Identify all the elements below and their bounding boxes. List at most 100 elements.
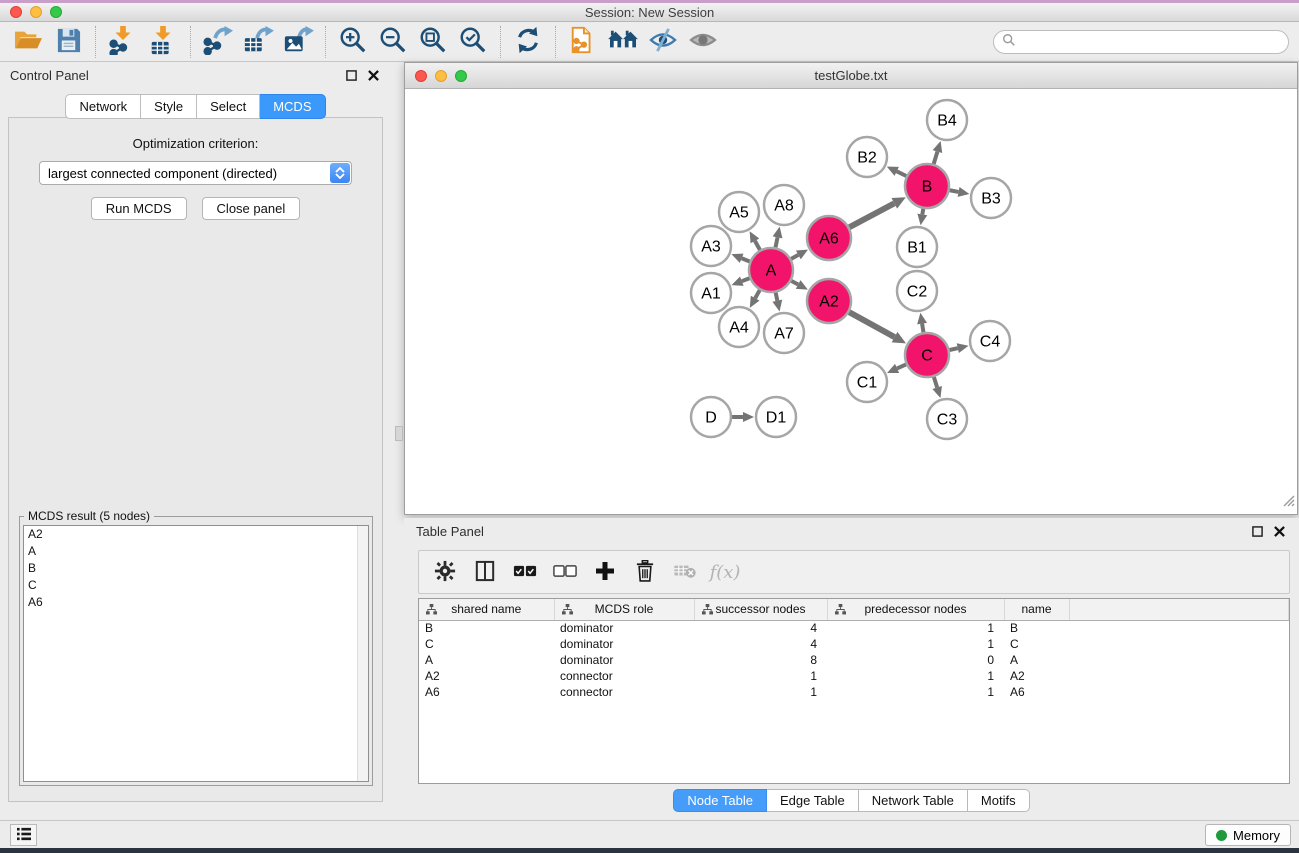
table-row[interactable]: A6connector11A6 [419,684,1289,700]
open-session-button[interactable] [8,24,48,60]
tab-network-table[interactable]: Network Table [859,789,968,812]
import-table-button[interactable] [143,24,183,60]
table-cell[interactable]: A [419,652,554,668]
table-cell[interactable]: 1 [827,684,1004,700]
close-window-icon[interactable] [10,6,22,18]
add-row-button[interactable] [587,555,623,589]
edge-C-C1[interactable] [897,364,906,368]
table-cell[interactable]: dominator [554,620,694,636]
table-row[interactable]: Adominator80A [419,652,1289,668]
panel-divider-handle[interactable] [395,426,403,441]
table-cell[interactable]: C [1004,636,1069,652]
tab-mcds[interactable]: MCDS [260,94,325,119]
mcds-result-item[interactable]: A [24,543,368,560]
table-cell[interactable]: A [1004,652,1069,668]
table-cell[interactable]: 0 [827,652,1004,668]
close-network-icon[interactable] [415,70,427,82]
column-header-MCDS-role[interactable]: MCDS role [554,599,694,620]
table-cell[interactable]: dominator [554,636,694,652]
refresh-button[interactable] [508,24,548,60]
close-panel-button[interactable]: Close panel [202,197,301,220]
resize-grip-icon[interactable] [1281,493,1295,512]
network-window-titlebar[interactable]: testGlobe.txt [405,63,1297,89]
unselect-all-button[interactable] [547,555,583,589]
delete-row-button[interactable] [627,555,663,589]
hide-panels-button[interactable] [643,24,683,60]
table-cell[interactable]: 1 [827,668,1004,684]
edge-B-B2[interactable] [897,171,907,176]
tab-network[interactable]: Network [65,94,141,119]
table-row[interactable]: Bdominator41B [419,620,1289,636]
mcds-result-item[interactable]: C [24,577,368,594]
edge-A-A5[interactable] [755,241,760,250]
edge-A-A3[interactable] [742,258,750,261]
table-row[interactable]: A2connector11A2 [419,668,1289,684]
table-row[interactable]: Cdominator41C [419,636,1289,652]
table-cell[interactable]: A2 [419,668,554,684]
table-cell[interactable]: 4 [694,636,827,652]
close-panel-icon[interactable] [365,67,381,83]
zoom-network-icon[interactable] [455,70,467,82]
edge-A6-B[interactable] [849,203,894,227]
edge-A-A1[interactable] [742,278,750,281]
tab-motifs[interactable]: Motifs [968,789,1030,812]
zoom-out-button[interactable] [373,24,413,60]
zoom-in-button[interactable] [333,24,373,60]
column-header-shared-name[interactable]: shared name [419,599,554,620]
float-table-panel-icon[interactable] [1249,523,1265,539]
task-history-button[interactable] [10,824,37,846]
save-session-button[interactable] [48,24,88,60]
mcds-result-list[interactable]: A2ABCA6 [23,525,369,782]
column-header-name[interactable]: name [1004,599,1069,620]
mcds-result-item[interactable]: A6 [24,594,368,611]
table-cell[interactable]: 8 [694,652,827,668]
table-cell[interactable]: connector [554,668,694,684]
destroy-table-button[interactable] [667,555,703,589]
import-network-button[interactable] [103,24,143,60]
export-network-button[interactable] [198,24,238,60]
table-cell[interactable]: 1 [827,620,1004,636]
column-chooser-button[interactable] [467,555,503,589]
export-table-button[interactable] [238,24,278,60]
title-bar[interactable]: Session: New Session [0,3,1299,22]
tab-style[interactable]: Style [141,94,197,119]
export-image-button[interactable] [278,24,318,60]
column-header-successor-nodes[interactable]: successor nodes [694,599,827,620]
edge-B-B4[interactable] [934,152,938,164]
node-table-container[interactable]: shared nameMCDS rolesuccessor nodesprede… [418,598,1290,784]
show-eye-button[interactable] [683,24,723,60]
tab-node-table[interactable]: Node Table [673,789,767,812]
home-button[interactable] [603,24,643,60]
zoom-window-icon[interactable] [50,6,62,18]
memory-button[interactable]: Memory [1205,824,1291,846]
search-field[interactable] [993,30,1289,54]
close-table-panel-icon[interactable] [1271,523,1287,539]
network-graph[interactable]: AA1A2A3A4A5A6A7A8BB1B2B3B4CC1C2C3C4DD1 [405,89,1297,514]
column-header-predecessor-nodes[interactable]: predecessor nodes [827,599,1004,620]
table-cell[interactable]: A6 [419,684,554,700]
table-cell[interactable]: A6 [1004,684,1069,700]
network-file-button[interactable] [563,24,603,60]
table-cell[interactable]: C [419,636,554,652]
table-cell[interactable]: 1 [694,668,827,684]
search-input[interactable] [1016,33,1288,51]
run-mcds-button[interactable]: Run MCDS [91,197,187,220]
table-cell[interactable]: A2 [1004,668,1069,684]
table-settings-button[interactable] [427,555,463,589]
criterion-select[interactable]: largest connected component (directed) [39,161,352,185]
table-cell[interactable]: 1 [827,636,1004,652]
edge-A-A2[interactable] [791,281,798,285]
tab-select[interactable]: Select [197,94,260,119]
table-cell[interactable]: 4 [694,620,827,636]
tab-edge-table[interactable]: Edge Table [767,789,859,812]
table-cell[interactable]: dominator [554,652,694,668]
edge-A-A6[interactable] [791,255,798,259]
network-canvas[interactable]: AA1A2A3A4A5A6A7A8BB1B2B3B4CC1C2C3C4DD1 [405,89,1297,514]
table-cell[interactable]: B [419,620,554,636]
table-cell[interactable]: connector [554,684,694,700]
edge-C-C4[interactable] [949,348,957,350]
mcds-result-item[interactable]: B [24,560,368,577]
edge-C-C2[interactable] [922,324,923,333]
edge-A2-C[interactable] [849,312,894,337]
zoom-selected-button[interactable] [453,24,493,60]
